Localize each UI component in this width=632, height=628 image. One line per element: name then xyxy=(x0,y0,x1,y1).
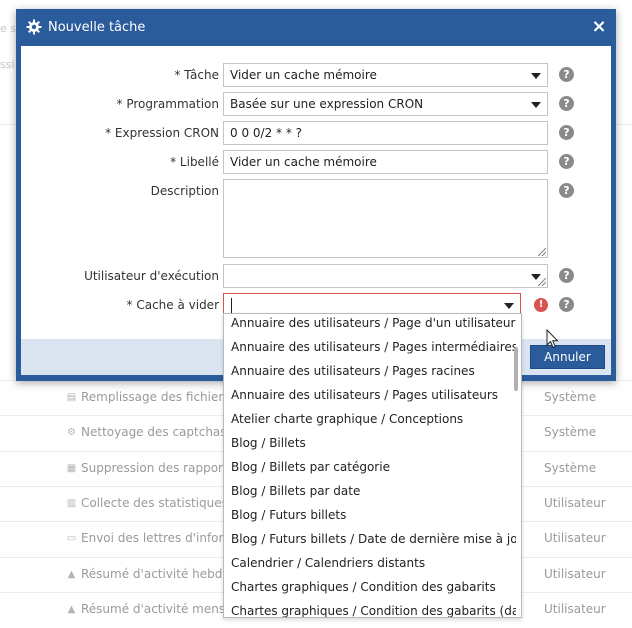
list-item[interactable]: Annuaire des utilisateurs / Page d'un ut… xyxy=(231,314,516,335)
name-field-row: * Libellé Vider un cache mémoire ? xyxy=(21,150,611,174)
bell-icon: ▲ xyxy=(67,604,76,615)
cache-label: * Cache à vider xyxy=(126,298,219,312)
task-type: Système xyxy=(544,425,597,439)
bell-icon: ▲ xyxy=(67,569,76,580)
inbox-icon: ▭ xyxy=(66,533,77,544)
task-name: Suppression des rapports xyxy=(81,461,234,475)
description-textarea[interactable] xyxy=(223,179,548,258)
task-name: Remplissage des fichiers xyxy=(81,390,230,404)
description-field-row: Description ? xyxy=(21,179,611,258)
help-icon[interactable]: ? xyxy=(559,297,574,312)
help-icon[interactable]: ? xyxy=(559,183,574,198)
run-as-label: Utilisateur d'exécution xyxy=(84,269,219,283)
list-item[interactable]: Atelier charte graphique / Conceptions xyxy=(231,407,516,431)
help-icon[interactable]: ? xyxy=(559,96,574,111)
task-type: Système xyxy=(544,390,597,404)
task-select[interactable]: Vider un cache mémoire xyxy=(223,63,548,87)
task-type: Utilisateur xyxy=(544,531,606,545)
task-name: Nettoyage des captchas xyxy=(81,425,227,439)
task-type: Utilisateur xyxy=(544,496,606,510)
dropdown-scrollbar[interactable] xyxy=(514,347,518,391)
run-as-field-row: Utilisateur d'exécution ? xyxy=(21,264,611,288)
task-name: Envoi des lettres d'inform xyxy=(81,531,235,545)
task-type: Utilisateur xyxy=(544,602,606,616)
task-name: Résumé d'activité hebdon xyxy=(81,567,238,581)
chart-icon: ▥ xyxy=(66,498,77,509)
cron-input[interactable]: 0 0 0/2 * * ? xyxy=(223,121,548,145)
task-label: * Tâche xyxy=(174,68,219,82)
list-item[interactable]: Blog / Futurs billets / Date de dernière… xyxy=(231,527,516,551)
schedule-select[interactable]: Basée sur une expression CRON xyxy=(223,92,548,116)
document-icon: ▦ xyxy=(66,463,77,474)
help-icon[interactable]: ? xyxy=(559,67,574,82)
task-name: Collecte des statistiques c xyxy=(81,496,239,510)
list-item[interactable]: Blog / Billets par catégorie xyxy=(231,455,516,479)
list-item[interactable]: Blog / Billets xyxy=(231,431,516,455)
schedule-field-row: * Programmation Basée sur une expression… xyxy=(21,92,611,116)
name-label: * Libellé xyxy=(170,155,219,169)
list-item[interactable]: Chartes graphiques / Condition des gabar… xyxy=(231,575,516,599)
dialog-header: Nouvelle tâche × xyxy=(16,9,616,46)
list-item[interactable]: Blog / Billets par date xyxy=(231,479,516,503)
dialog-body: * Tâche Vider un cache mémoire ? * Progr… xyxy=(21,46,611,339)
chevron-down-icon xyxy=(504,303,514,309)
cron-field-row: * Expression CRON 0 0 0/2 * * ? ? xyxy=(21,121,611,145)
name-input[interactable]: Vider un cache mémoire xyxy=(223,150,548,174)
gear-icon xyxy=(26,19,42,35)
run-as-select[interactable] xyxy=(223,264,548,288)
background-text: ssi xyxy=(0,58,15,71)
cancel-button[interactable]: Annuler xyxy=(530,345,605,369)
list-item[interactable]: Annuaire des utilisateurs / Pages utilis… xyxy=(231,383,516,407)
schedule-label: * Programmation xyxy=(116,97,219,111)
error-icon: ! xyxy=(534,298,548,312)
task-select-value: Vider un cache mémoire xyxy=(230,68,377,82)
chevron-down-icon xyxy=(531,102,541,108)
help-icon[interactable]: ? xyxy=(559,268,574,283)
resize-handle[interactable] xyxy=(538,278,546,286)
task-field-row: * Tâche Vider un cache mémoire ? xyxy=(21,63,611,87)
robot-icon: ⚙ xyxy=(67,427,76,438)
cron-input-value: 0 0 0/2 * * ? xyxy=(230,126,303,140)
table-icon: ▤ xyxy=(66,392,77,403)
task-type: Utilisateur xyxy=(544,567,606,581)
close-icon[interactable]: × xyxy=(589,17,609,37)
cron-label: * Expression CRON xyxy=(105,126,219,140)
description-label: Description xyxy=(150,184,219,198)
list-item[interactable]: Blog / Futurs billets xyxy=(231,503,516,527)
name-input-value: Vider un cache mémoire xyxy=(230,155,377,169)
mouse-cursor-icon xyxy=(546,329,559,349)
list-item[interactable]: Annuaire des utilisateurs / Pages racine… xyxy=(231,359,516,383)
help-icon[interactable]: ? xyxy=(559,154,574,169)
list-item[interactable]: Chartes graphiques / Condition des gabar… xyxy=(231,599,516,617)
list-item[interactable]: Annuaire des utilisateurs / Pages interm… xyxy=(231,335,516,359)
list-item[interactable]: Calendrier / Calendriers distants xyxy=(231,551,516,575)
help-icon[interactable]: ? xyxy=(559,125,574,140)
text-caret xyxy=(231,298,232,313)
schedule-select-value: Basée sur une expression CRON xyxy=(230,97,424,111)
cache-dropdown-list[interactable]: Annuaire des utilisateurs / Page d'un ut… xyxy=(223,313,522,618)
dialog-title: Nouvelle tâche xyxy=(48,20,146,35)
task-name: Résumé d'activité mensue xyxy=(81,602,241,616)
resize-handle[interactable] xyxy=(538,248,546,256)
task-type: Système xyxy=(544,461,597,475)
chevron-down-icon xyxy=(531,73,541,79)
